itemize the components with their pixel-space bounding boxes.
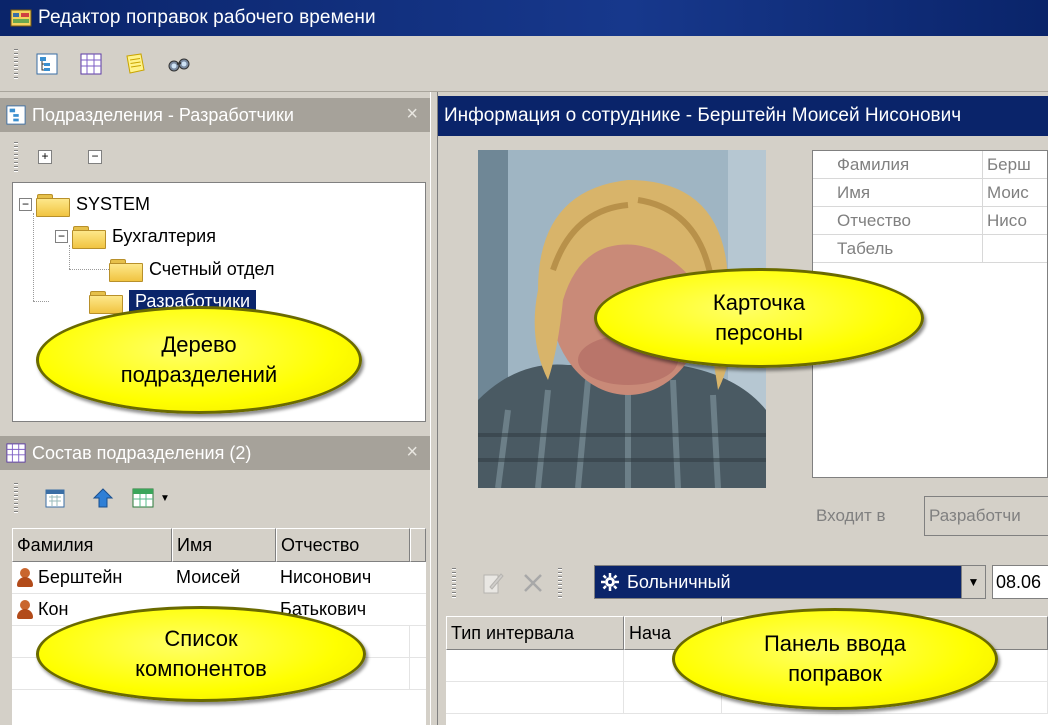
column-header[interactable]: Фамилия: [12, 528, 172, 562]
field-label: Имя: [813, 179, 983, 206]
grid-header: Фамилия Имя Отчество: [12, 528, 426, 562]
expand-all-button[interactable]: +: [38, 150, 52, 164]
tree-view-icon: [6, 105, 26, 125]
table-columns-icon[interactable]: [128, 483, 158, 513]
grid-view-icon[interactable]: [76, 49, 106, 79]
inclusion-field[interactable]: Разработчи: [924, 496, 1048, 536]
close-icon[interactable]: ×: [406, 441, 418, 464]
calendar-icon[interactable]: [40, 483, 70, 513]
folder-icon: [72, 225, 106, 249]
field-row-last-name: Фамилия Берш: [813, 151, 1047, 179]
toolbar-grip: [14, 142, 18, 172]
field-value[interactable]: Моис: [983, 179, 1047, 206]
first-name-cell: Моисей: [176, 567, 241, 587]
last-name-cell: Берштейн: [12, 562, 172, 594]
field-row-middle-name: Отчество Нисо: [813, 207, 1047, 235]
column-header[interactable]: Тип интервала: [446, 616, 624, 650]
tree-node-system[interactable]: − SYSTEM: [19, 189, 150, 219]
column-header[interactable]: Отчество: [276, 528, 410, 562]
field-row-timesheet: Табель: [813, 235, 1047, 263]
app-window: Редактор поправок рабочего времени Подра…: [0, 0, 1048, 725]
delete-icon[interactable]: [518, 568, 548, 598]
folder-icon: [89, 290, 123, 314]
cell-text: Берштейн: [38, 567, 123, 587]
interval-type-select[interactable]: Больничный ▼: [594, 565, 986, 599]
main-toolbar: [0, 36, 1048, 92]
chevron-down-icon[interactable]: ▼: [160, 493, 170, 504]
title-bar: Редактор поправок рабочего времени: [0, 0, 1048, 36]
column-header[interactable]: Имя: [172, 528, 276, 562]
collapse-node-icon[interactable]: −: [55, 229, 68, 243]
folder-icon: [36, 193, 70, 217]
toolbar-grip: [14, 48, 18, 79]
departments-panel-header: Подразделения - Разработчики ×: [0, 98, 430, 132]
close-icon[interactable]: ×: [406, 103, 418, 126]
field-value[interactable]: Берш: [983, 151, 1047, 178]
edit-icon[interactable]: [478, 568, 508, 598]
window-title: Редактор поправок рабочего времени: [38, 7, 376, 28]
toolbar-grip: [558, 568, 562, 598]
binoculars-icon[interactable]: [164, 49, 194, 79]
employee-panel-title: Информация о сотруднике - Берштейн Моисе…: [438, 96, 1048, 136]
cell-text: Кон: [38, 599, 69, 619]
field-label: Фамилия: [813, 151, 983, 178]
date-field[interactable]: 08.06: [992, 565, 1048, 599]
app-icon: [10, 7, 32, 29]
notes-icon[interactable]: [120, 49, 150, 79]
column-header-filler: [410, 528, 426, 562]
departments-toolbar: + −: [0, 132, 430, 182]
table-row[interactable]: Берштейн Моисей Нисонович: [12, 562, 426, 594]
members-toolbar: ▼: [0, 470, 430, 526]
departments-panel-title: Подразделения - Разработчики: [32, 104, 294, 125]
folder-icon: [109, 258, 143, 282]
toolbar-grip: [452, 568, 456, 598]
callout-input: Панель ввода поправок: [672, 608, 998, 710]
inclusion-label: Входит в: [816, 506, 886, 525]
field-label: Отчество: [813, 207, 983, 234]
field-value[interactable]: [983, 235, 1047, 262]
members-panel-title: Состав подразделения (2): [32, 442, 252, 463]
tree-node-counting-dept[interactable]: Счетный отдел: [109, 254, 274, 284]
person-icon: [16, 599, 34, 620]
gear-icon: [601, 573, 619, 591]
tree-node-label: Бухгалтерия: [112, 225, 216, 246]
callout-list: Список компонентов: [36, 606, 366, 702]
collapse-all-button[interactable]: −: [88, 150, 102, 164]
callout-tree: Дерево подразделений: [36, 306, 362, 414]
interval-type-value: Больничный: [627, 571, 731, 592]
splitter[interactable]: [430, 92, 438, 725]
field-row-first-name: Имя Моис: [813, 179, 1047, 207]
tree-node-accounting[interactable]: − Бухгалтерия: [55, 221, 216, 251]
tree-node-label: SYSTEM: [76, 193, 151, 214]
collapse-node-icon[interactable]: −: [19, 197, 32, 211]
field-label: Табель: [813, 235, 983, 262]
arrow-up-icon[interactable]: [88, 483, 118, 513]
tree-view-icon[interactable]: [32, 49, 62, 79]
callout-card: Карточка персоны: [594, 268, 924, 368]
toolbar-grip: [14, 483, 18, 513]
middle-name-cell: Нисонович: [280, 567, 372, 587]
chevron-down-icon[interactable]: ▼: [961, 566, 985, 598]
tree-node-label: Счетный отдел: [149, 258, 275, 279]
person-icon: [16, 567, 34, 588]
grid-view-icon: [6, 443, 26, 463]
field-value[interactable]: Нисо: [983, 207, 1047, 234]
members-panel-header: Состав подразделения (2) ×: [0, 436, 430, 470]
